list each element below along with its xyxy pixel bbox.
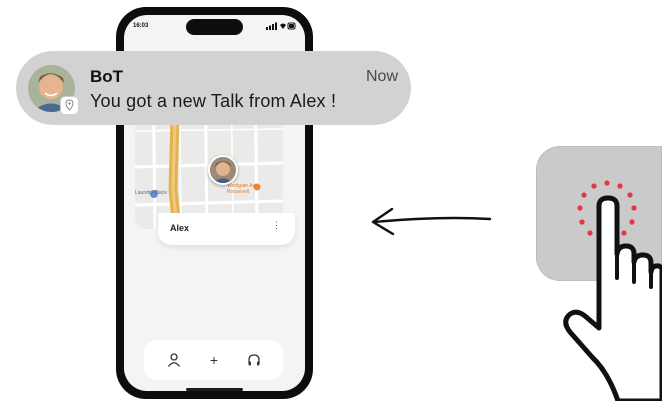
notification-app-name: BoT bbox=[90, 67, 124, 86]
person-icon[interactable] bbox=[166, 352, 182, 368]
contact-avatar-pin[interactable] bbox=[208, 155, 238, 185]
arrow-left-icon bbox=[371, 207, 492, 236]
status-time: 16:03 bbox=[133, 23, 149, 29]
tab-bar: + bbox=[144, 340, 283, 380]
notification-message: You got a new Talk from Alex ! bbox=[90, 91, 337, 111]
map-label-laundry: Laundry Place bbox=[135, 190, 167, 196]
contact-name: Alex bbox=[170, 223, 190, 233]
map-label-westgate: Westgate Ave - Roosevelt bbox=[227, 183, 261, 195]
notification-time: Now bbox=[365, 68, 398, 85]
push-notification[interactable]: BoT Now You got a new Talk from Alex ! bbox=[16, 51, 411, 125]
dynamic-island bbox=[186, 19, 243, 35]
home-indicator bbox=[186, 388, 243, 391]
pointing-hand-icon bbox=[563, 195, 662, 401]
headphones-icon[interactable] bbox=[246, 352, 262, 368]
status-icons bbox=[266, 22, 296, 30]
alex-photo-icon bbox=[210, 157, 236, 183]
plus-icon[interactable]: + bbox=[206, 352, 222, 368]
more-vertical-icon[interactable]: ⋮ bbox=[272, 221, 281, 230]
location-pin-icon bbox=[60, 96, 79, 115]
contact-card[interactable]: Alex ⋮ bbox=[158, 213, 295, 245]
